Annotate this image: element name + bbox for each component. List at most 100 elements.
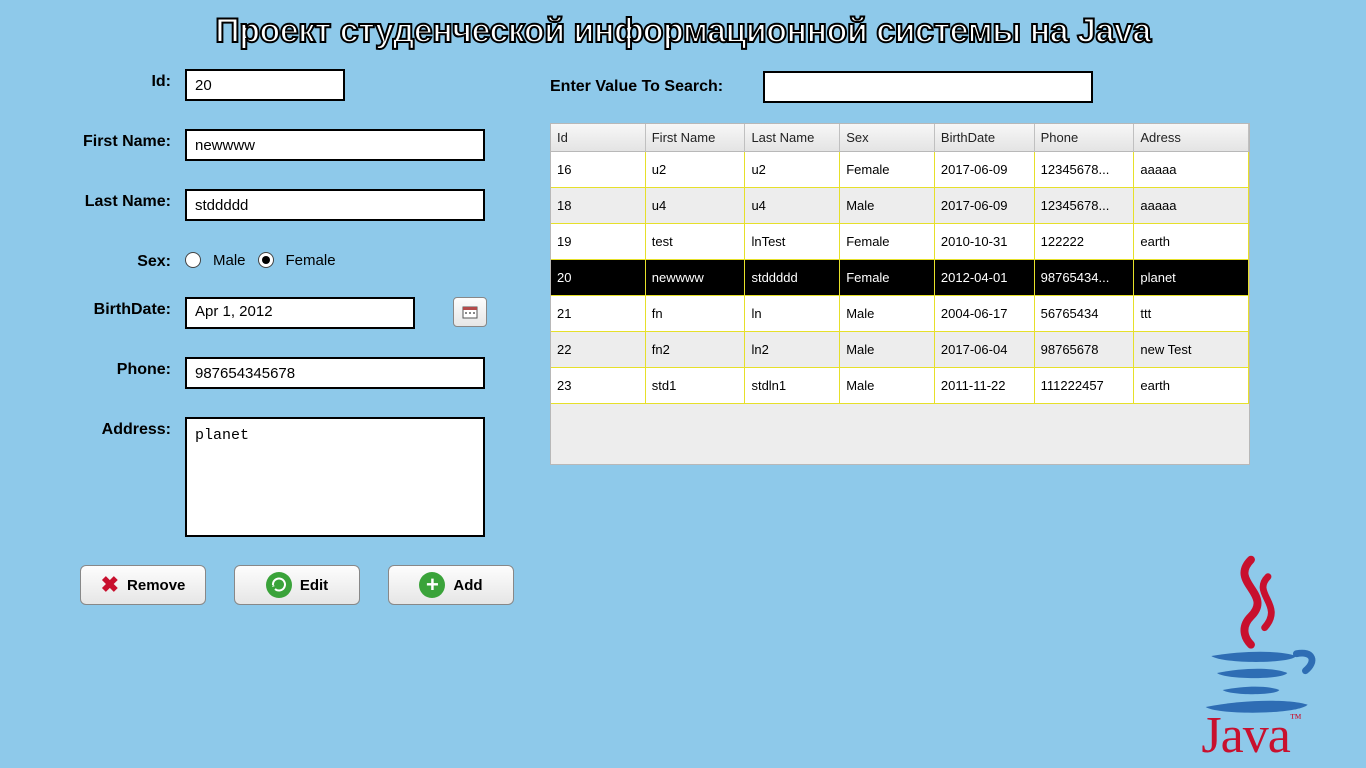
table-cell: 2012-04-01	[935, 260, 1035, 295]
address-textarea[interactable]: planet	[185, 417, 485, 537]
table-cell: Male	[840, 368, 935, 403]
table-cell: Male	[840, 188, 935, 223]
table-cell: u4	[745, 188, 840, 223]
table-cell: Male	[840, 296, 935, 331]
table-cell: 2010-10-31	[935, 224, 1035, 259]
table-cell: u4	[646, 188, 746, 223]
sex-female-radio[interactable]	[258, 252, 274, 268]
table-cell: 22	[551, 332, 646, 367]
lastname-input[interactable]	[185, 189, 485, 221]
table-row[interactable]: 22fn2ln2Male2017-06-0498765678new Test	[551, 332, 1249, 368]
search-label: Enter Value To Search:	[550, 78, 723, 96]
id-label: Id:	[40, 69, 185, 91]
lastname-label: Last Name:	[40, 189, 185, 211]
add-icon: +	[419, 572, 445, 598]
table-row[interactable]: 21fnlnMale2004-06-1756765434ttt	[551, 296, 1249, 332]
remove-icon: ✖	[101, 572, 119, 598]
table-header-cell[interactable]: BirthDate	[935, 124, 1035, 152]
table-cell: new Test	[1134, 332, 1249, 367]
table-cell: std1	[646, 368, 746, 403]
table-cell: test	[646, 224, 746, 259]
table-cell: Female	[840, 260, 935, 295]
table-row[interactable]: 23std1stdln1Male2011-11-22111222457earth	[551, 368, 1249, 404]
firstname-label: First Name:	[40, 129, 185, 151]
table-cell: Female	[840, 224, 935, 259]
table-cell: Male	[840, 332, 935, 367]
java-logo: Java™	[1156, 554, 1346, 760]
table-header-cell[interactable]: First Name	[646, 124, 746, 152]
table-cell: ln	[745, 296, 840, 331]
table-cell: 20	[551, 260, 646, 295]
table-cell: earth	[1134, 368, 1249, 403]
table-cell: earth	[1134, 224, 1249, 259]
sex-female-label: Female	[286, 252, 336, 269]
table-cell: 111222457	[1035, 368, 1135, 403]
table-cell: 2017-06-09	[935, 188, 1035, 223]
table-cell: 56765434	[1035, 296, 1135, 331]
table-row[interactable]: 16u2u2Female2017-06-0912345678...aaaaa	[551, 152, 1249, 188]
birthdate-label: BirthDate:	[40, 297, 185, 319]
table-cell: u2	[745, 152, 840, 187]
table-cell: 2017-06-04	[935, 332, 1035, 367]
java-logo-tm: ™	[1290, 711, 1301, 725]
table-cell: 23	[551, 368, 646, 403]
sex-male-radio[interactable]	[185, 252, 201, 268]
table-cell: newwww	[646, 260, 746, 295]
table-row[interactable]: 18u4u4Male2017-06-0912345678...aaaaa	[551, 188, 1249, 224]
page-title: Проект студенческой информационной систе…	[0, 0, 1366, 59]
edit-icon	[266, 572, 292, 598]
table-cell: ln2	[745, 332, 840, 367]
phone-label: Phone:	[40, 357, 185, 379]
table-header-cell[interactable]: Sex	[840, 124, 935, 152]
address-label: Address:	[40, 417, 185, 439]
remove-button-label: Remove	[127, 577, 185, 594]
table-row[interactable]: 19testlnTestFemale2010-10-31122222earth	[551, 224, 1249, 260]
table-cell: aaaaa	[1134, 152, 1249, 187]
table-cell: stdln1	[745, 368, 840, 403]
table-header-cell[interactable]: Phone	[1035, 124, 1135, 152]
table-cell: 2011-11-22	[935, 368, 1035, 403]
table-header-cell[interactable]: Adress	[1134, 124, 1249, 152]
table-row[interactable]: 20newwwwstdddddFemale2012-04-0198765434.…	[551, 260, 1249, 296]
table-cell: 19	[551, 224, 646, 259]
search-input[interactable]	[763, 71, 1093, 103]
calendar-button[interactable]	[453, 297, 487, 327]
form-panel: Id: First Name: Last Name: Sex: Male Fem…	[40, 69, 500, 605]
table-cell: u2	[646, 152, 746, 187]
add-button[interactable]: + Add	[388, 565, 514, 605]
table-cell: 18	[551, 188, 646, 223]
java-logo-text: Java	[1201, 707, 1289, 764]
table-cell: 2004-06-17	[935, 296, 1035, 331]
firstname-input[interactable]	[185, 129, 485, 161]
table-cell: 98765434...	[1035, 260, 1135, 295]
table-cell: 16	[551, 152, 646, 187]
id-input[interactable]	[185, 69, 345, 101]
add-button-label: Add	[453, 577, 482, 594]
data-table: IdFirst NameLast NameSexBirthDatePhoneAd…	[550, 123, 1250, 465]
right-panel: Enter Value To Search: IdFirst NameLast …	[550, 69, 1326, 605]
edit-button-label: Edit	[300, 577, 328, 594]
table-cell: 21	[551, 296, 646, 331]
table-header: IdFirst NameLast NameSexBirthDatePhoneAd…	[551, 124, 1249, 152]
edit-button[interactable]: Edit	[234, 565, 360, 605]
table-cell: fn2	[646, 332, 746, 367]
table-cell: 2017-06-09	[935, 152, 1035, 187]
phone-input[interactable]	[185, 357, 485, 389]
table-cell: stddddd	[745, 260, 840, 295]
table-header-cell[interactable]: Last Name	[745, 124, 840, 152]
table-cell: 122222	[1035, 224, 1135, 259]
sex-male-label: Male	[213, 252, 246, 269]
table-cell: 12345678...	[1035, 152, 1135, 187]
table-cell: planet	[1134, 260, 1249, 295]
table-header-cell[interactable]: Id	[551, 124, 646, 152]
calendar-icon	[462, 305, 478, 319]
table-cell: aaaaa	[1134, 188, 1249, 223]
remove-button[interactable]: ✖ Remove	[80, 565, 206, 605]
table-cell: fn	[646, 296, 746, 331]
table-cell: 12345678...	[1035, 188, 1135, 223]
birthdate-input[interactable]: Apr 1, 2012	[185, 297, 415, 329]
table-cell: ttt	[1134, 296, 1249, 331]
table-cell: Female	[840, 152, 935, 187]
table-cell: 98765678	[1035, 332, 1135, 367]
sex-label: Sex:	[40, 249, 185, 271]
